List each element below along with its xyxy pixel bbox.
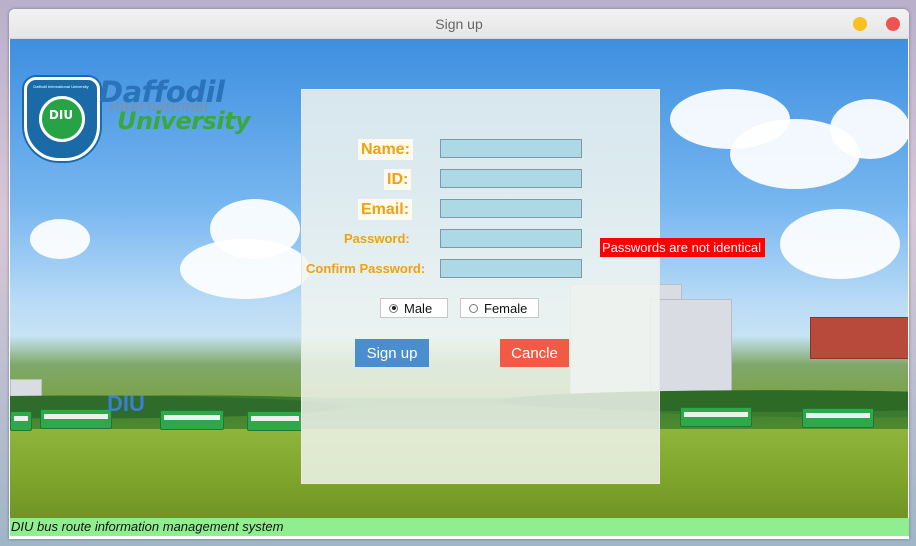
bus bbox=[802, 408, 874, 428]
id-input[interactable] bbox=[440, 169, 582, 188]
title-bar[interactable]: Sign up bbox=[9, 9, 909, 39]
bus bbox=[40, 409, 112, 429]
cloud bbox=[180, 239, 310, 299]
window-title: Sign up bbox=[435, 16, 483, 32]
radio-unselected-icon bbox=[469, 303, 478, 313]
name-input[interactable] bbox=[440, 139, 582, 158]
name-label: Name: bbox=[358, 139, 413, 160]
bus bbox=[160, 410, 224, 430]
radio-selected-icon bbox=[389, 303, 398, 313]
password-error-message: Passwords are not identical bbox=[600, 238, 765, 257]
password-input[interactable] bbox=[440, 229, 582, 248]
female-radio[interactable]: Female bbox=[460, 298, 539, 318]
confirm-password-label: Confirm Password: bbox=[306, 261, 426, 276]
cloud bbox=[830, 99, 908, 159]
cloud bbox=[780, 209, 900, 279]
signup-form-panel: Name: ID: Email: Password: Confirm Passw… bbox=[301, 89, 660, 484]
password-label: Password: bbox=[344, 231, 410, 246]
campus-building bbox=[810, 317, 908, 359]
bus bbox=[680, 407, 752, 427]
confirm-password-input[interactable] bbox=[440, 259, 582, 278]
close-button[interactable] bbox=[886, 17, 900, 31]
signup-button[interactable]: Sign up bbox=[355, 339, 429, 367]
email-label: Email: bbox=[358, 199, 413, 220]
logo-monogram: DIU bbox=[48, 108, 74, 122]
shield-emblem-icon: Daffodil International University DIU bbox=[24, 77, 100, 161]
email-input[interactable] bbox=[440, 199, 582, 218]
cancel-button[interactable]: Cancle bbox=[500, 339, 569, 367]
diu-sign: DIU bbox=[107, 391, 145, 416]
logo-word-university: University bbox=[117, 107, 251, 135]
signup-window: Sign up DIU Daffodil International Unive… bbox=[9, 9, 909, 539]
bus bbox=[10, 411, 32, 431]
female-radio-label: Female bbox=[484, 300, 528, 316]
ring-text: Daffodil International University bbox=[33, 84, 89, 89]
bus bbox=[247, 411, 303, 431]
status-bar: DIU bus route information management sys… bbox=[10, 518, 909, 536]
male-radio-label: Male bbox=[404, 300, 433, 316]
minimize-button[interactable] bbox=[853, 17, 867, 31]
daffodil-logo: Daffodil International University DIU In… bbox=[24, 75, 254, 161]
background-campus-image: DIU Daffodil International University DI… bbox=[10, 39, 908, 518]
id-label: ID: bbox=[384, 169, 412, 190]
logo-word-daffodil: Daffodil bbox=[99, 75, 225, 109]
cloud bbox=[30, 219, 90, 259]
male-radio[interactable]: Male bbox=[380, 298, 448, 318]
